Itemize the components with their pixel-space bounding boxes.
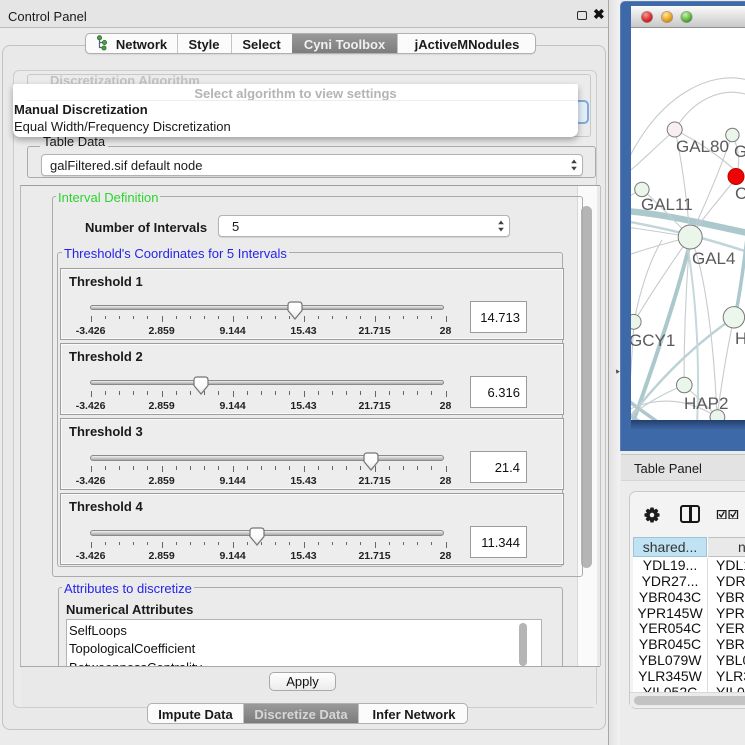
svg-text:C: C [735, 184, 745, 203]
svg-text:GAL4: GAL4 [692, 249, 735, 268]
svg-text:GAL80: GAL80 [676, 137, 729, 156]
svg-text:GAL11: GAL11 [641, 195, 693, 214]
svg-text:HAP2: HAP2 [684, 394, 728, 413]
svg-text:H: H [735, 329, 745, 348]
svg-text:GCY1: GCY1 [631, 331, 675, 350]
svg-text:GA: GA [734, 142, 745, 161]
